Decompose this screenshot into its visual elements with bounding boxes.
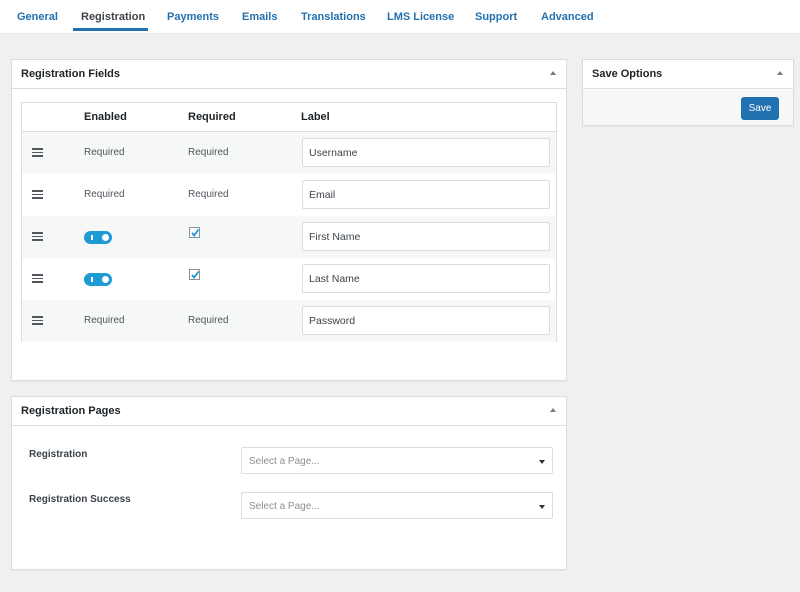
tab-general[interactable]: General [17, 11, 58, 23]
panel-title: Registration Pages [21, 405, 121, 417]
save-options-panel: Save Options Save [582, 59, 794, 126]
panel-title: Registration Fields [21, 68, 121, 80]
enabled-toggle[interactable] [84, 231, 112, 244]
select-placeholder: Select a Page... [249, 501, 320, 512]
settings-tabs: General Registration Payments Emails Tra… [0, 0, 800, 34]
dropdown-arrow-icon [539, 505, 545, 509]
tab-lms-license[interactable]: LMS License [387, 11, 454, 23]
enabled-cell: Required [84, 147, 125, 158]
column-header-enabled: Enabled [84, 111, 127, 123]
collapse-arrow-icon[interactable] [550, 408, 556, 412]
label-input-last-name[interactable] [302, 264, 550, 293]
registration-fields-panel: Registration Fields Enabled Required Lab… [11, 59, 567, 381]
tab-support[interactable]: Support [475, 11, 517, 23]
tab-emails[interactable]: Emails [242, 11, 277, 23]
panel-header: Registration Fields [12, 60, 566, 89]
tab-payments[interactable]: Payments [167, 11, 219, 23]
enabled-cell: Required [84, 315, 125, 326]
required-cell: Required [188, 147, 229, 158]
required-checkbox[interactable] [189, 227, 200, 238]
drag-handle-icon[interactable] [32, 274, 43, 283]
panel-header: Registration Pages [12, 397, 566, 426]
checkmark-icon [191, 228, 200, 237]
drag-handle-icon[interactable] [32, 148, 43, 157]
checkmark-icon [191, 270, 200, 279]
registration-pages-panel: Registration Pages Registration Select a… [11, 396, 567, 570]
save-button[interactable]: Save [741, 97, 779, 120]
table-row [22, 258, 556, 300]
dropdown-arrow-icon [539, 460, 545, 464]
registration-success-page-label: Registration Success [29, 494, 131, 505]
panel-header: Save Options [583, 60, 793, 89]
table-row [22, 216, 556, 258]
enabled-cell: Required [84, 189, 125, 200]
select-placeholder: Select a Page... [249, 456, 320, 467]
tab-translations[interactable]: Translations [301, 11, 366, 23]
drag-handle-icon[interactable] [32, 316, 43, 325]
label-input-first-name[interactable] [302, 222, 550, 251]
column-header-required: Required [188, 111, 236, 123]
tab-advanced[interactable]: Advanced [541, 11, 594, 23]
enabled-toggle[interactable] [84, 273, 112, 286]
label-input-password[interactable] [302, 306, 550, 335]
table-row: Required Required [22, 300, 556, 342]
column-header-label: Label [301, 111, 330, 123]
label-input-username[interactable] [302, 138, 550, 167]
collapse-arrow-icon[interactable] [550, 71, 556, 75]
panel-title: Save Options [592, 68, 663, 80]
label-input-email[interactable] [302, 180, 550, 209]
active-tab-indicator [73, 28, 148, 31]
tab-registration[interactable]: Registration [81, 11, 145, 23]
table-row: Required Required [22, 174, 556, 216]
drag-handle-icon[interactable] [32, 190, 43, 199]
registration-success-page-select[interactable]: Select a Page... [241, 492, 553, 519]
registration-page-label: Registration [29, 449, 88, 460]
table-row: Required Required [22, 132, 556, 174]
required-cell: Required [188, 315, 229, 326]
registration-fields-table: Enabled Required Label Required Required… [21, 102, 557, 342]
required-checkbox[interactable] [189, 269, 200, 280]
registration-page-select[interactable]: Select a Page... [241, 447, 553, 474]
required-cell: Required [188, 189, 229, 200]
drag-handle-icon[interactable] [32, 232, 43, 241]
collapse-arrow-icon[interactable] [777, 71, 783, 75]
